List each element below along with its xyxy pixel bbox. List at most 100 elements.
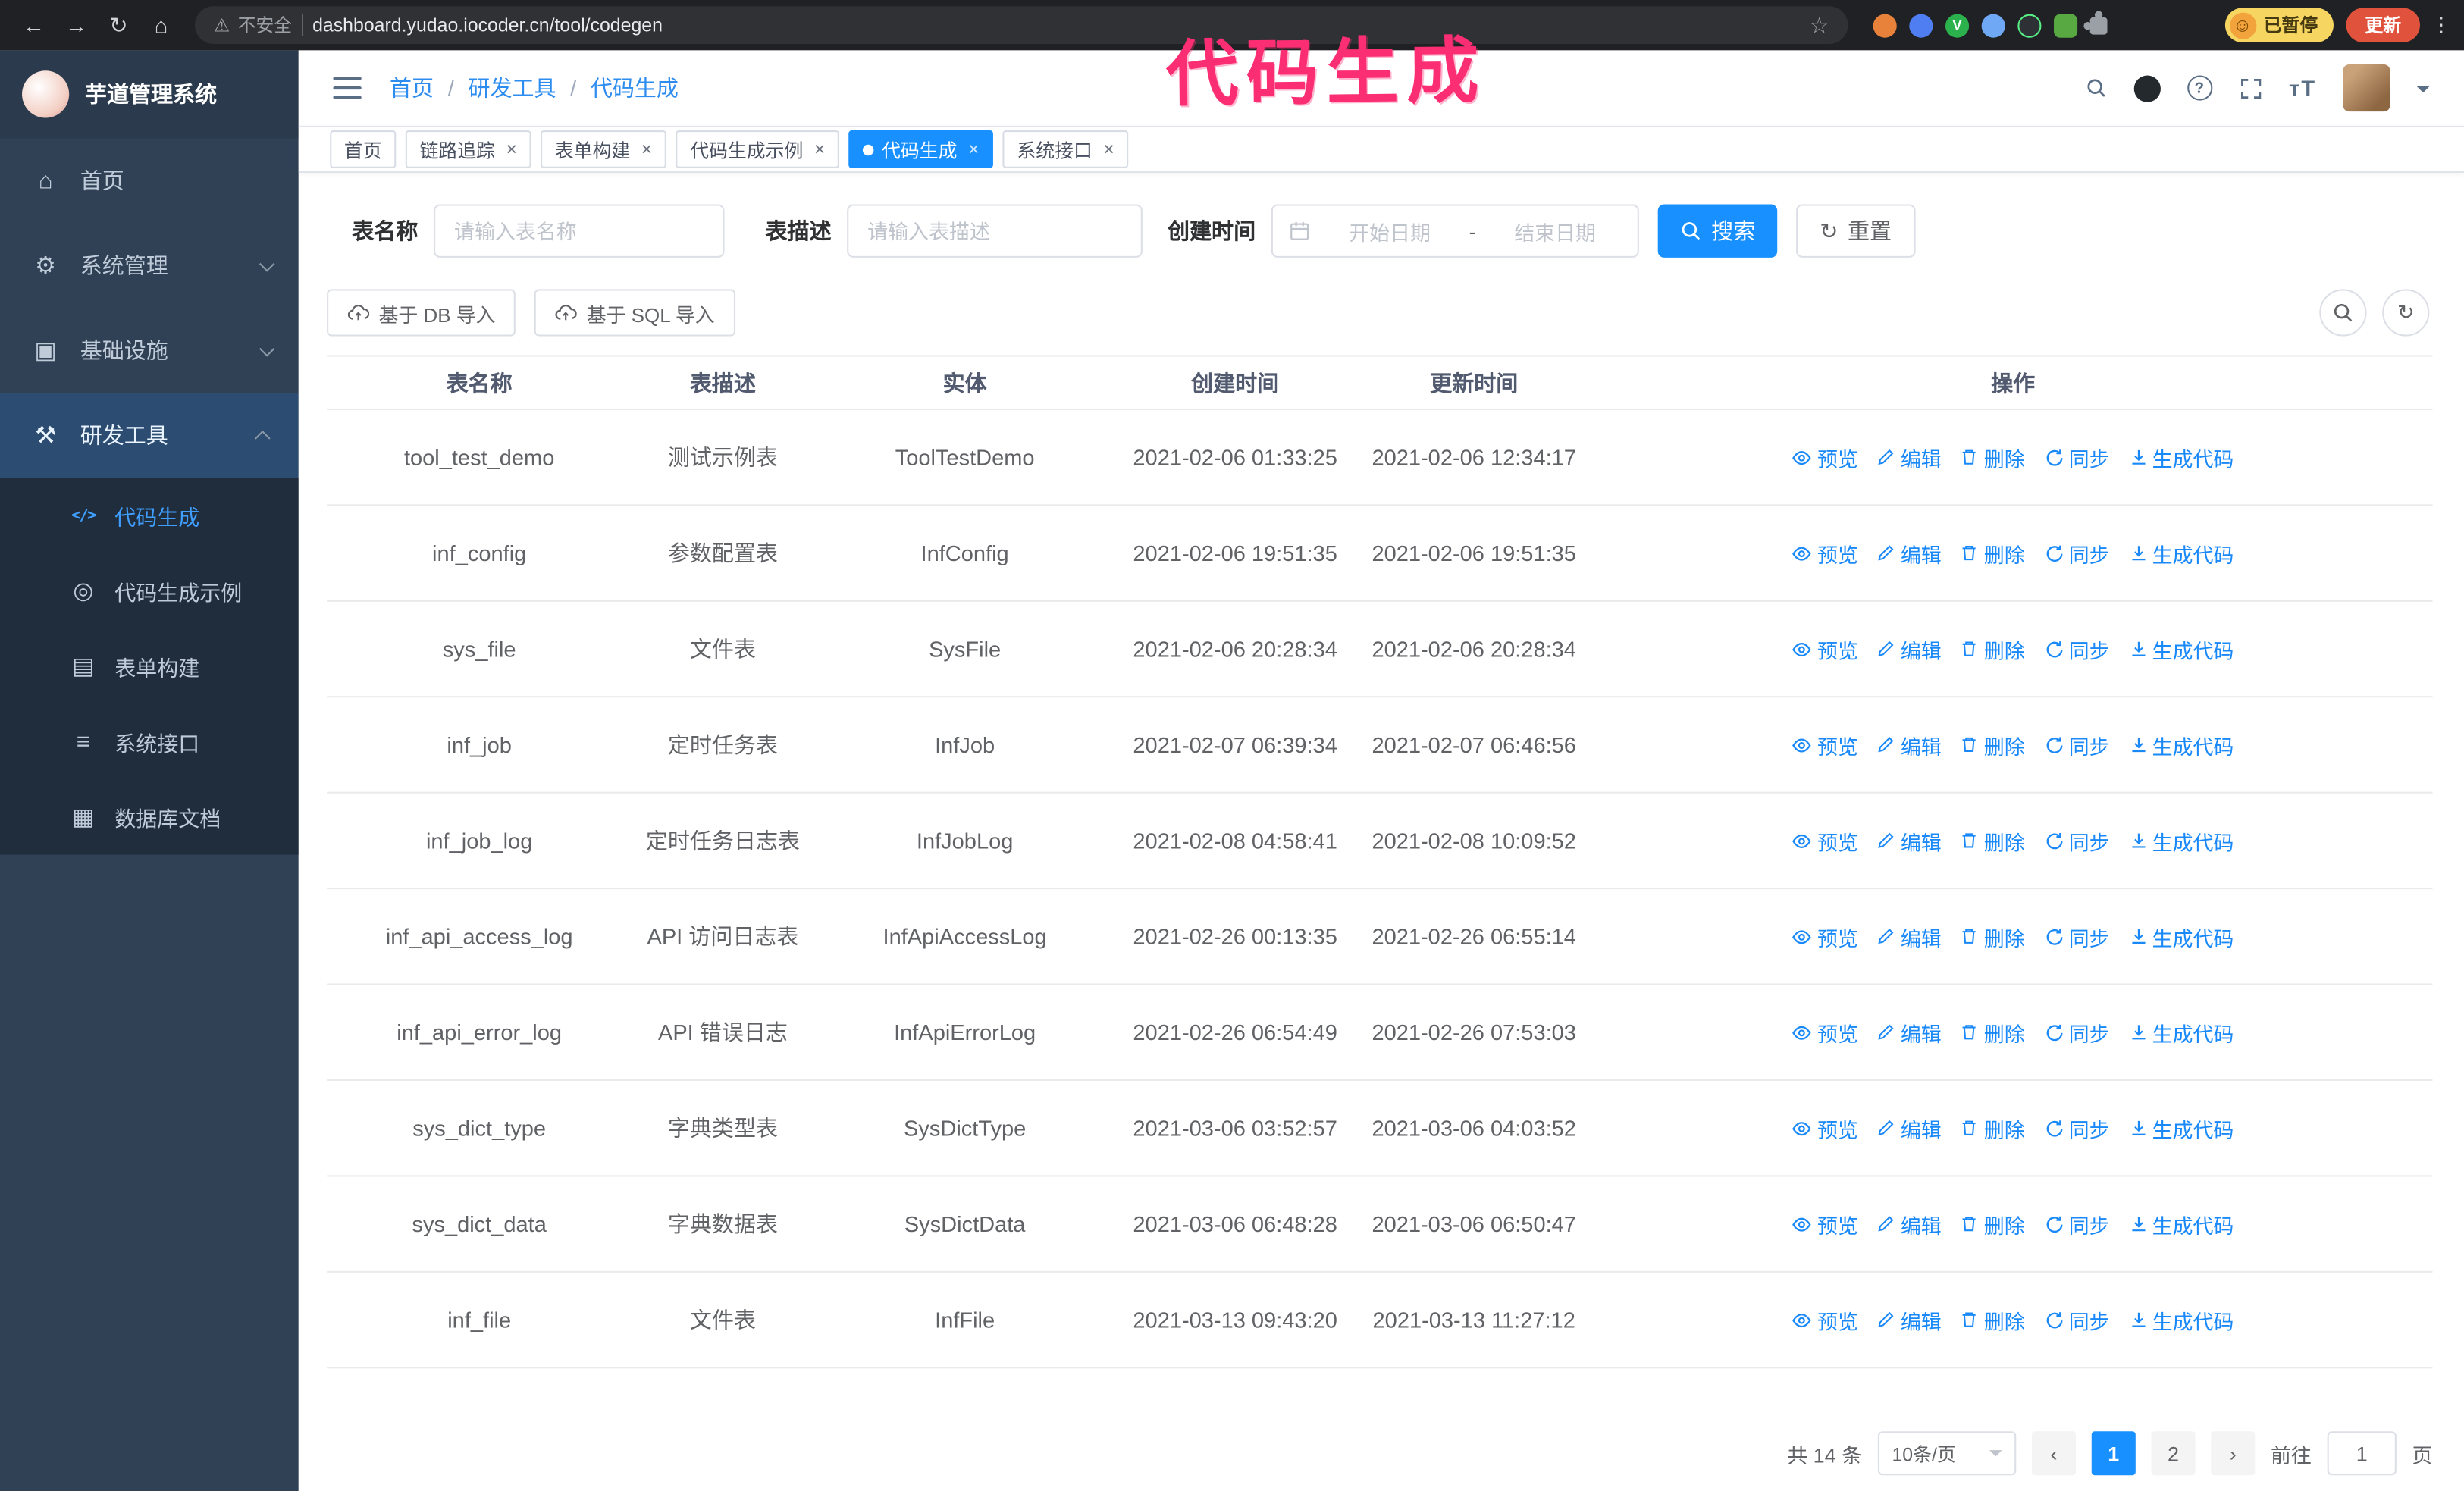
tab-codegen-example[interactable]: 代码生成示例 × [676,130,840,169]
tab-close-icon[interactable]: × [506,139,517,161]
delete-link[interactable]: 删除 [1961,1017,2025,1047]
date-range-picker[interactable]: 开始日期 - 结束日期 [1271,204,1639,258]
address-bar[interactable]: ⚠ 不安全 dashboard.yudao.iocoder.cn/tool/co… [195,6,1848,45]
sync-link[interactable]: 同步 [2044,825,2110,855]
reload-icon[interactable]: ↻ [98,4,140,46]
profile-paused-badge[interactable]: ☺ 已暂停 [2224,8,2334,42]
start-date-placeholder[interactable]: 开始日期 [1323,216,1456,246]
sidebar-subitem-db-doc[interactable]: ▦ 数据库文档 [0,779,299,854]
tab-codegen[interactable]: 代码生成 × [848,130,994,169]
browser-home-icon[interactable]: ⌂ [140,4,182,46]
edit-link[interactable]: 编辑 [1877,730,1942,760]
user-menu-caret-icon[interactable] [2416,86,2430,99]
table-name-input[interactable] [434,204,725,258]
search-button[interactable]: 搜索 [1657,204,1778,258]
generate-code-link[interactable]: 生成代码 [2129,1209,2234,1239]
page-button-2[interactable]: 2 [2151,1431,2196,1476]
edit-link[interactable]: 编辑 [1877,1114,1942,1143]
import-sql-button[interactable]: 基于 SQL 导入 [534,289,735,337]
sync-link[interactable]: 同步 [2044,634,2110,663]
user-avatar[interactable] [2343,64,2390,112]
extension-icon-6[interactable] [2054,13,2078,37]
edit-link[interactable]: 编辑 [1877,1209,1942,1239]
delete-link[interactable]: 删除 [1961,922,2025,951]
sync-link[interactable]: 同步 [2044,442,2110,471]
generate-code-link[interactable]: 生成代码 [2129,1305,2234,1334]
sidebar-item-infrastructure[interactable]: ▣ 基础设施 [0,308,299,393]
next-page-button[interactable]: › [2211,1431,2256,1476]
preview-link[interactable]: 预览 [1792,825,1858,855]
breadcrumb-item[interactable]: 代码生成 [591,73,679,104]
sync-link[interactable]: 同步 [2044,538,2110,568]
breadcrumb-item[interactable]: 研发工具 [468,73,556,104]
extension-icon-5[interactable] [2017,13,2042,37]
generate-code-link[interactable]: 生成代码 [2129,825,2234,855]
help-icon[interactable]: ? [2187,75,2212,102]
sidebar-subitem-api[interactable]: ≡ 系统接口 [0,704,299,779]
update-button[interactable]: 更新 [2346,8,2420,42]
generate-code-link[interactable]: 生成代码 [2129,538,2234,568]
back-icon[interactable]: ← [13,4,55,46]
sync-link[interactable]: 同步 [2044,730,2110,760]
bookmark-star-icon[interactable]: ☆ [1810,12,1829,39]
sync-link[interactable]: 同步 [2044,1209,2110,1239]
page-size-select[interactable]: 10条/页 [1877,1431,2017,1476]
generate-code-link[interactable]: 生成代码 [2129,1017,2234,1047]
reset-button[interactable]: ↻ 重置 [1796,204,1916,258]
preview-link[interactable]: 预览 [1792,1114,1858,1143]
edit-link[interactable]: 编辑 [1877,922,1942,951]
search-icon[interactable] [2085,77,2107,99]
delete-link[interactable]: 删除 [1961,634,2025,663]
sidebar-item-home[interactable]: ⌂ 首页 [0,138,299,223]
sync-link[interactable]: 同步 [2044,922,2110,951]
table-desc-input[interactable] [847,204,1143,258]
table-refresh-button[interactable]: ↻ [2382,289,2430,337]
import-db-button[interactable]: 基于 DB 导入 [327,289,516,337]
generate-code-link[interactable]: 生成代码 [2129,442,2234,471]
hamburger-icon[interactable] [333,77,362,100]
preview-link[interactable]: 预览 [1792,730,1858,760]
preview-link[interactable]: 预览 [1792,634,1858,663]
tab-close-icon[interactable]: × [641,139,653,161]
edit-link[interactable]: 编辑 [1877,442,1942,471]
delete-link[interactable]: 删除 [1961,1114,2025,1143]
sync-link[interactable]: 同步 [2044,1305,2110,1334]
tab-close-icon[interactable]: × [1103,139,1114,161]
end-date-placeholder[interactable]: 结束日期 [1488,216,1622,246]
tab-tracing[interactable]: 链路追踪 × [405,130,531,169]
github-icon[interactable] [2133,74,2161,102]
tab-close-icon[interactable]: × [814,139,826,161]
tab-close-icon[interactable]: × [968,139,980,161]
delete-link[interactable]: 删除 [1961,730,2025,760]
edit-link[interactable]: 编辑 [1877,634,1942,663]
generate-code-link[interactable]: 生成代码 [2129,634,2234,663]
font-size-icon[interactable]: тT [2289,76,2316,101]
page-button-1[interactable]: 1 [2091,1431,2136,1476]
tab-home[interactable]: 首页 [330,130,397,169]
delete-link[interactable]: 删除 [1961,442,2025,471]
security-label[interactable]: 不安全 [238,13,293,38]
extension-icon-3[interactable]: V [1945,13,1970,37]
delete-link[interactable]: 删除 [1961,538,2025,568]
tab-form-builder[interactable]: 表单构建 × [541,130,666,169]
prev-page-button[interactable]: ‹ [2031,1431,2076,1476]
fullscreen-icon[interactable] [2239,77,2262,100]
breadcrumb-item[interactable]: 首页 [390,73,434,104]
logo[interactable]: 芋道管理系统 [0,50,299,139]
forward-icon[interactable]: → [55,4,98,46]
generate-code-link[interactable]: 生成代码 [2129,922,2234,951]
sync-link[interactable]: 同步 [2044,1114,2110,1143]
preview-link[interactable]: 预览 [1792,1305,1858,1334]
preview-link[interactable]: 预览 [1792,442,1858,471]
sidebar-item-system[interactable]: ⚙ 系统管理 [0,223,299,308]
sidebar-subitem-form-builder[interactable]: ▤ 表单构建 [0,628,299,703]
tab-api[interactable]: 系统接口 × [1002,130,1129,169]
extension-icon-4[interactable] [1981,13,2005,37]
edit-link[interactable]: 编辑 [1877,825,1942,855]
sidebar-item-dev-tools[interactable]: ⚒ 研发工具 [0,393,299,478]
delete-link[interactable]: 删除 [1961,1305,2025,1334]
preview-link[interactable]: 预览 [1792,1017,1858,1047]
goto-page-input[interactable] [2327,1431,2397,1476]
generate-code-link[interactable]: 生成代码 [2129,1114,2234,1143]
delete-link[interactable]: 删除 [1961,825,2025,855]
